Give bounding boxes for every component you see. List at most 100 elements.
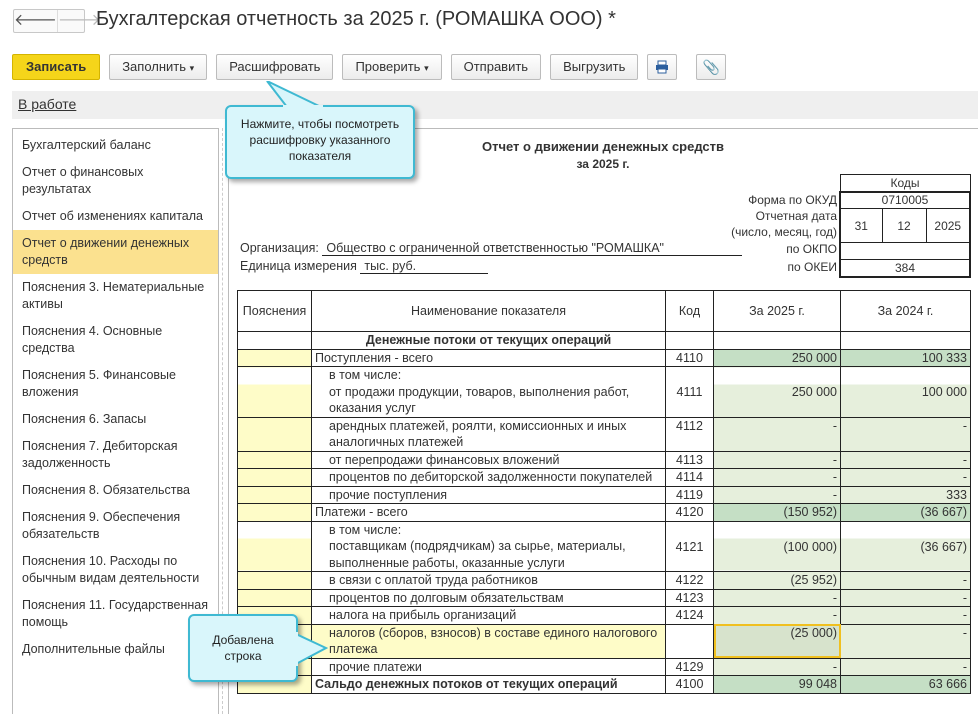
window-title: Бухгалтерская отчетность за 2025 г. (РОМ… xyxy=(96,8,616,30)
value-2025-cell[interactable]: - xyxy=(713,588,841,607)
indicator-name: Платежи - всего xyxy=(311,503,666,522)
okud-value: 0710005 xyxy=(839,190,971,209)
value-2024-cell[interactable]: 100 333 xyxy=(840,348,971,367)
value-2024-cell[interactable]: - xyxy=(840,657,971,676)
cashflow-table: Пояснения Наименование показателя Код За… xyxy=(237,290,971,694)
explanation-cell[interactable] xyxy=(237,468,312,487)
decode-button[interactable]: Расшифровать xyxy=(216,54,334,80)
date-month: 12 xyxy=(881,208,927,243)
sidebar-item[interactable]: Бухгалтерский баланс xyxy=(13,132,218,159)
sidebar-item[interactable]: Пояснения 4. Основные средства xyxy=(13,318,218,362)
forward-button[interactable]: 🡒 xyxy=(56,10,101,32)
status-link[interactable]: В работе xyxy=(18,96,76,112)
okud-label: Форма по ОКУД xyxy=(748,193,837,207)
indicator-name: от перепродажи финансовых вложений xyxy=(311,450,666,469)
value-2025-cell[interactable]: 250 000 xyxy=(713,348,841,367)
name-text: прочие платежи xyxy=(329,659,422,674)
sidebar-item[interactable]: Отчет о движении денежных средств xyxy=(13,230,218,274)
table-row: Сальдо денежных потоков от текущих опера… xyxy=(237,675,971,694)
attach-button[interactable]: 📎 xyxy=(696,54,727,80)
value-2025-cell xyxy=(713,331,841,350)
explanation-cell[interactable] xyxy=(237,588,312,607)
code-cell: 4120 xyxy=(665,503,714,522)
sidebar-item[interactable]: Пояснения 3. Нематериальные активы xyxy=(13,274,218,318)
explanation-cell[interactable] xyxy=(237,416,312,452)
name-text: прочие поступления xyxy=(329,487,448,502)
value-2024-cell[interactable]: - xyxy=(840,571,971,590)
fill-button[interactable]: Заполнить ▾ xyxy=(109,54,208,80)
org-label: Организация: xyxy=(240,241,319,255)
check-button[interactable]: Проверить ▾ xyxy=(342,54,442,80)
value-2024-cell[interactable]: - xyxy=(840,623,971,659)
name-text: налога на прибыль организаций xyxy=(329,608,517,622)
name-text: налогов (сборов, взносов) в составе един… xyxy=(329,625,658,657)
value-2025-cell[interactable]: 99 048 xyxy=(713,675,841,694)
export-button[interactable]: Выгрузить xyxy=(550,54,639,80)
header-2025: За 2025 г. xyxy=(713,290,841,332)
value-2025-cell[interactable]: - xyxy=(713,657,841,676)
chevron-down-icon: ▾ xyxy=(424,63,429,73)
code-cell: 4111 xyxy=(665,366,714,418)
explanation-cell[interactable] xyxy=(237,366,312,418)
name-text: поставщикам (подрядчикам) за сырье, мате… xyxy=(329,539,626,570)
printer-icon xyxy=(656,60,669,74)
value-2024-cell[interactable]: - xyxy=(840,416,971,452)
value-2025-cell[interactable]: (100 000) xyxy=(713,520,841,572)
code-cell: 4119 xyxy=(665,485,714,504)
save-button[interactable]: Записать xyxy=(12,54,101,80)
indicator-name: Сальдо денежных потоков от текущих опера… xyxy=(311,675,666,694)
name-text: от перепродажи финансовых вложений xyxy=(329,452,560,467)
indicator-name: прочие платежи xyxy=(311,657,666,676)
value-2025-cell[interactable]: - xyxy=(713,416,841,452)
indicator-name: арендных платежей, роялти, комиссионных … xyxy=(311,416,666,452)
check-label: Проверить xyxy=(355,59,421,74)
value-2024-cell[interactable]: 100 000 xyxy=(840,366,971,418)
value-2025-cell[interactable]: - xyxy=(713,606,841,625)
explanation-cell[interactable] xyxy=(237,571,312,590)
value-2024-cell[interactable]: (36 667) xyxy=(840,503,971,522)
sidebar-item[interactable]: Отчет о финансовых результатах xyxy=(13,159,218,203)
decode-hint-text: Нажмите, чтобы посмотреть расшифровку ук… xyxy=(240,117,400,163)
sidebar-item[interactable]: Пояснения 10. Расходы по обычным видам д… xyxy=(13,548,218,592)
value-2025-cell[interactable]: 250 000 xyxy=(713,366,841,418)
value-2024-cell[interactable]: - xyxy=(840,588,971,607)
value-2025-cell[interactable]: (25 952) xyxy=(713,571,841,590)
code-cell: 4123 xyxy=(665,588,714,607)
sidebar-item[interactable]: Пояснения 8. Обязательства xyxy=(13,477,218,504)
name-text: процентов по долговым обязательствам xyxy=(329,590,564,605)
indicator-name: в том числе: поставщикам (подрядчикам) за… xyxy=(311,520,666,572)
table-row: прочие поступления 4119-333 xyxy=(237,485,971,504)
value-2024-cell[interactable]: - xyxy=(840,468,971,487)
sidebar-item[interactable]: Пояснения 9. Обеспечения обязательств xyxy=(13,504,218,548)
sidebar-item[interactable]: Отчет об изменениях капитала xyxy=(13,203,218,230)
chevron-down-icon: ▾ xyxy=(189,63,195,73)
value-2025-cell[interactable]: - xyxy=(713,485,841,504)
value-2024-cell[interactable]: (36 667) xyxy=(840,520,971,572)
explanation-cell[interactable] xyxy=(237,485,312,504)
indicator-name: налогов (сборов, взносов) в составе един… xyxy=(311,623,666,659)
code-cell: 4129 xyxy=(665,657,714,676)
sidebar-item[interactable]: Пояснения 6. Запасы xyxy=(13,406,218,433)
value-2024-cell[interactable]: 63 666 xyxy=(840,675,971,694)
value-2025-cell[interactable]: - xyxy=(713,468,841,487)
value-2025-cell[interactable]: (25 000) xyxy=(713,623,841,659)
value-2025-cell[interactable]: - xyxy=(713,450,841,469)
value-2024-cell[interactable]: - xyxy=(840,606,971,625)
send-button[interactable]: Отправить xyxy=(450,54,542,80)
sidebar-item[interactable]: Пояснения 5. Финансовые вложения xyxy=(13,362,218,406)
explanation-cell[interactable] xyxy=(237,520,312,572)
table-row: в связи с оплатой труда работников 4122 (2… xyxy=(237,571,971,590)
added-row-text: Добавлена строка xyxy=(212,633,274,663)
explanation-cell[interactable] xyxy=(237,450,312,469)
print-button[interactable] xyxy=(647,54,678,80)
explanation-cell[interactable] xyxy=(237,503,312,522)
back-button[interactable]: 🡐 xyxy=(14,10,57,32)
sidebar-item[interactable]: Пояснения 7. Дебиторская задолженность xyxy=(13,433,218,477)
value-2025-cell[interactable]: (150 952) xyxy=(713,503,841,522)
okpo-value[interactable] xyxy=(839,242,971,260)
explanation-cell[interactable] xyxy=(237,348,312,367)
value-2024-cell[interactable]: 333 xyxy=(840,485,971,504)
value-2024-cell[interactable]: - xyxy=(840,450,971,469)
name-text: от продажи продукции, товаров, выполнени… xyxy=(329,384,630,416)
name-text: Сальдо денежных потоков от текущих опера… xyxy=(315,677,618,691)
